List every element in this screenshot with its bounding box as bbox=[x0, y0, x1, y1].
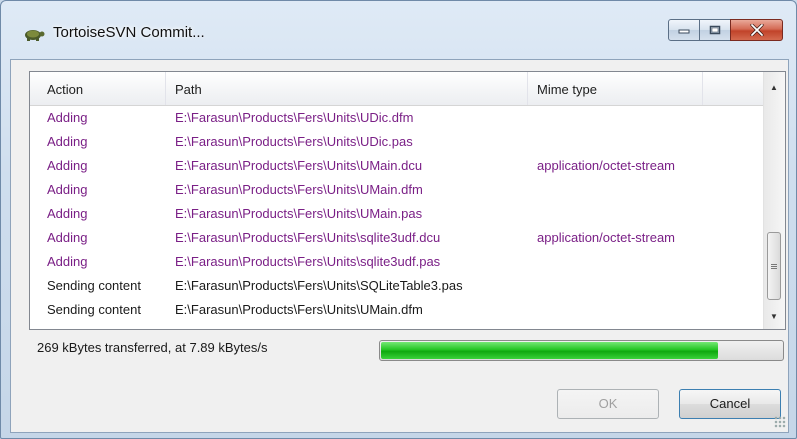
table-row[interactable]: Adding E:\Farasun\Products\Fers\Units\UD… bbox=[30, 106, 765, 129]
row-path: E:\Farasun\Products\Fers\Units\UMain.dcu bbox=[175, 158, 423, 173]
column-header-path[interactable]: Path bbox=[166, 72, 528, 105]
table-row[interactable]: Sending content E:\Farasun\Products\Fers… bbox=[30, 274, 765, 297]
table-row[interactable]: Adding E:\Farasun\Products\Fers\Units\UM… bbox=[30, 178, 765, 201]
row-path: E:\Farasun\Products\Fers\Units\UMain.dfm bbox=[175, 302, 423, 317]
table-row[interactable]: Adding E:\Farasun\Products\Fers\Units\sq… bbox=[30, 226, 765, 249]
row-path: E:\Farasun\Products\Fers\Units\SQLiteTab… bbox=[175, 278, 463, 293]
cancel-button[interactable]: Cancel bbox=[679, 389, 781, 419]
column-header-filler bbox=[703, 72, 765, 105]
row-path: E:\Farasun\Products\Fers\Units\sqlite3ud… bbox=[175, 254, 441, 269]
row-action: Adding bbox=[47, 158, 88, 173]
row-mime-type: application/octet-stream bbox=[537, 230, 676, 245]
table-row[interactable]: Adding E:\Farasun\Products\Fers\Units\sq… bbox=[30, 250, 765, 273]
minimize-icon bbox=[678, 29, 690, 34]
row-path: E:\Farasun\Products\Fers\Units\UDic.dfm bbox=[175, 110, 414, 125]
close-button[interactable] bbox=[730, 19, 783, 41]
commit-window: TortoiseSVN Commit... Action Path Mime t… bbox=[0, 0, 797, 439]
scroll-down-arrow-icon[interactable]: ▼ bbox=[764, 307, 784, 325]
row-path: E:\Farasun\Products\Fers\Units\sqlite3ud… bbox=[175, 230, 441, 245]
close-icon bbox=[749, 24, 764, 36]
maximize-button[interactable] bbox=[699, 19, 731, 41]
minimize-button[interactable] bbox=[668, 19, 700, 41]
table-row[interactable]: Adding E:\Farasun\Products\Fers\Units\UM… bbox=[30, 154, 765, 177]
row-action: Adding bbox=[47, 182, 88, 197]
maximize-icon bbox=[709, 25, 721, 35]
row-action: Sending content bbox=[47, 278, 141, 293]
scroll-up-arrow-icon[interactable]: ▲ bbox=[764, 78, 784, 96]
row-path: E:\Farasun\Products\Fers\Units\UDic.pas bbox=[175, 134, 413, 149]
row-action: Adding bbox=[47, 230, 88, 245]
window-title: TortoiseSVN Commit... bbox=[53, 24, 205, 41]
tortoise-icon bbox=[25, 30, 45, 41]
title-bar[interactable]: TortoiseSVN Commit... bbox=[1, 1, 796, 59]
row-action: Adding bbox=[47, 110, 88, 125]
table-row[interactable]: Adding E:\Farasun\Products\Fers\Units\UM… bbox=[30, 202, 765, 225]
resize-grip-icon[interactable] bbox=[774, 416, 786, 428]
column-header-action[interactable]: Action bbox=[38, 72, 166, 105]
row-action: Adding bbox=[47, 206, 88, 221]
row-path: E:\Farasun\Products\Fers\Units\UMain.pas bbox=[175, 206, 423, 221]
row-action: Adding bbox=[47, 254, 88, 269]
row-action: Sending content bbox=[47, 302, 141, 317]
transfer-progress-bar bbox=[379, 340, 784, 361]
list-header: Action Path Mime type bbox=[30, 72, 765, 106]
ok-button[interactable]: OK bbox=[557, 389, 659, 419]
grip-icon bbox=[771, 263, 777, 269]
row-mime-type: application/octet-stream bbox=[537, 158, 676, 173]
table-row[interactable]: Adding E:\Farasun\Products\Fers\Units\UD… bbox=[30, 130, 765, 153]
column-header-mime-type[interactable]: Mime type bbox=[528, 72, 703, 105]
row-action: Adding bbox=[47, 134, 88, 149]
scrollbar-thumb[interactable] bbox=[767, 232, 781, 300]
list-vertical-scrollbar[interactable]: ▲ ▼ bbox=[763, 72, 785, 329]
commit-file-list[interactable]: Action Path Mime type Adding E:\Farasun\… bbox=[29, 71, 786, 330]
table-row[interactable]: Sending content E:\Farasun\Products\Fers… bbox=[30, 298, 765, 321]
progress-fill bbox=[381, 342, 718, 359]
transfer-status: 269 kBytes transferred, at 7.89 kBytes/s bbox=[37, 340, 268, 355]
row-path: E:\Farasun\Products\Fers\Units\UMain.dfm bbox=[175, 182, 423, 197]
